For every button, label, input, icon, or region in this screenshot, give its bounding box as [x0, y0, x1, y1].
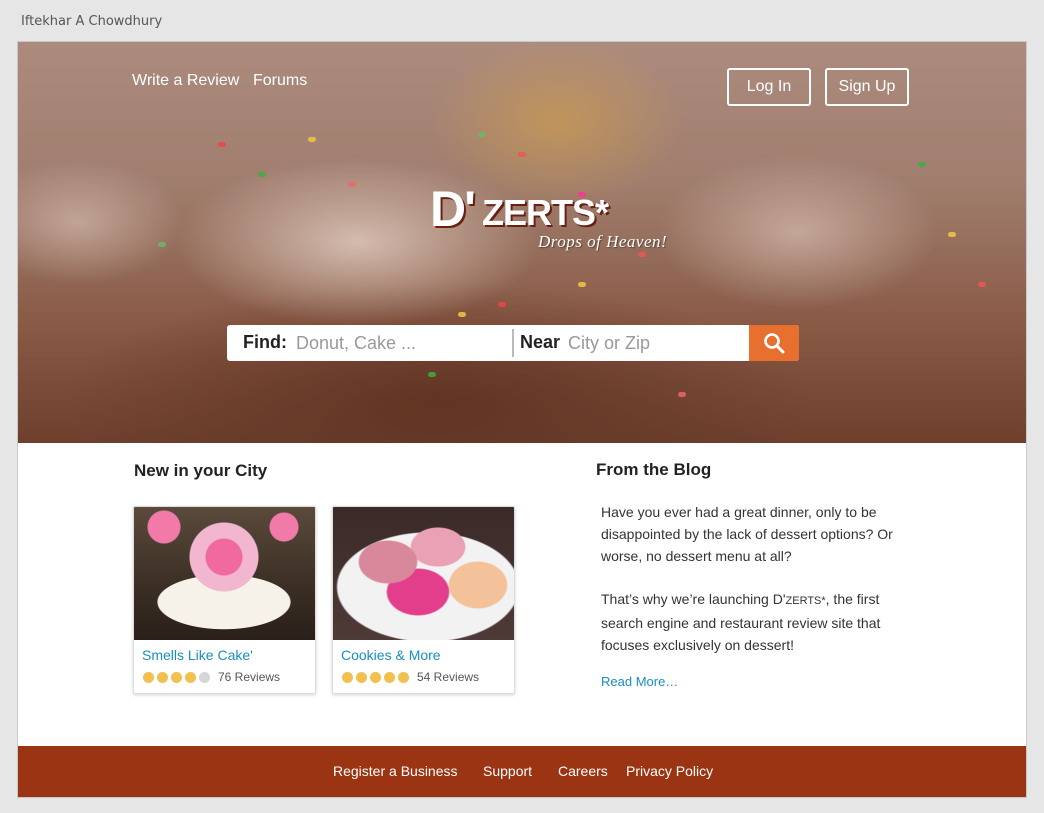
search-divider	[512, 329, 514, 357]
logo-tagline: Drops of Heaven!	[538, 232, 668, 251]
footer-support-link[interactable]: Support	[483, 763, 532, 779]
nav-write-review-link[interactable]: Write a Review	[132, 72, 239, 90]
rating-dot-filled	[370, 671, 381, 683]
search-button[interactable]	[749, 325, 799, 361]
logo-d: D'	[430, 181, 476, 237]
rating-dot-filled	[384, 671, 395, 683]
macarons-image	[333, 507, 514, 640]
find-label: Find:	[243, 332, 287, 352]
read-more-link[interactable]: Read More…	[601, 674, 678, 689]
rating-dot-empty	[199, 671, 210, 683]
near-input[interactable]: City or Zip	[568, 333, 650, 354]
login-button[interactable]: Log In	[727, 68, 811, 106]
restaurant-card[interactable]: Smells Like Cake' 76 Reviews	[133, 506, 316, 694]
rating-dot-filled	[143, 671, 154, 683]
review-count: 54 Reviews	[417, 670, 480, 684]
search-icon	[764, 333, 785, 354]
cupcake-image	[134, 507, 315, 640]
blog-title: From the Blog	[596, 460, 712, 479]
rating-dot-filled	[171, 671, 182, 683]
rating-dot-filled	[157, 671, 168, 683]
footer: Register a Business Support Careers Priv…	[18, 746, 1026, 797]
footer-privacy-link[interactable]: Privacy Policy	[626, 763, 713, 779]
signup-button[interactable]: Sign Up	[825, 68, 909, 106]
rating-dot-filled	[356, 671, 367, 683]
new-in-city-title: New in your City	[134, 461, 268, 480]
rating-dot-filled	[398, 671, 409, 683]
blog-paragraph: That’s why we’re launching D'ZERTS*, the…	[601, 588, 901, 656]
card-title[interactable]: Cookies & More	[341, 647, 441, 663]
page-frame: Write a Review Forums Log In Sign Up D' …	[17, 41, 1027, 798]
rating-dot-filled	[185, 671, 196, 683]
nav-forums-link[interactable]: Forums	[253, 72, 307, 90]
review-count: 76 Reviews	[218, 670, 281, 684]
author-name: Iftekhar A Chowdhury	[21, 14, 163, 29]
rating-dot-filled	[342, 671, 353, 683]
rating-stars: 54 Reviews	[342, 670, 479, 684]
blog-paragraph: Have you ever had a great dinner, only t…	[601, 504, 893, 564]
hero-banner: Write a Review Forums Log In Sign Up D' …	[18, 42, 1026, 443]
restaurant-card[interactable]: Cookies & More 54 Reviews	[332, 506, 515, 694]
rating-stars: 76 Reviews	[143, 670, 280, 684]
blog-text: That’s why we’re launching D'	[601, 591, 786, 607]
card-title[interactable]: Smells Like Cake'	[142, 647, 253, 663]
footer-register-link[interactable]: Register a Business	[333, 763, 458, 779]
search-bar: Find: Donut, Cake ... Near City or Zip	[227, 325, 799, 361]
footer-careers-link[interactable]: Careers	[558, 763, 608, 779]
logo-zerts: ZERTS*	[482, 192, 609, 233]
near-label: Near	[520, 332, 561, 352]
blog-brand: ZERTS*	[785, 595, 826, 607]
find-input[interactable]: Donut, Cake ...	[296, 333, 416, 354]
